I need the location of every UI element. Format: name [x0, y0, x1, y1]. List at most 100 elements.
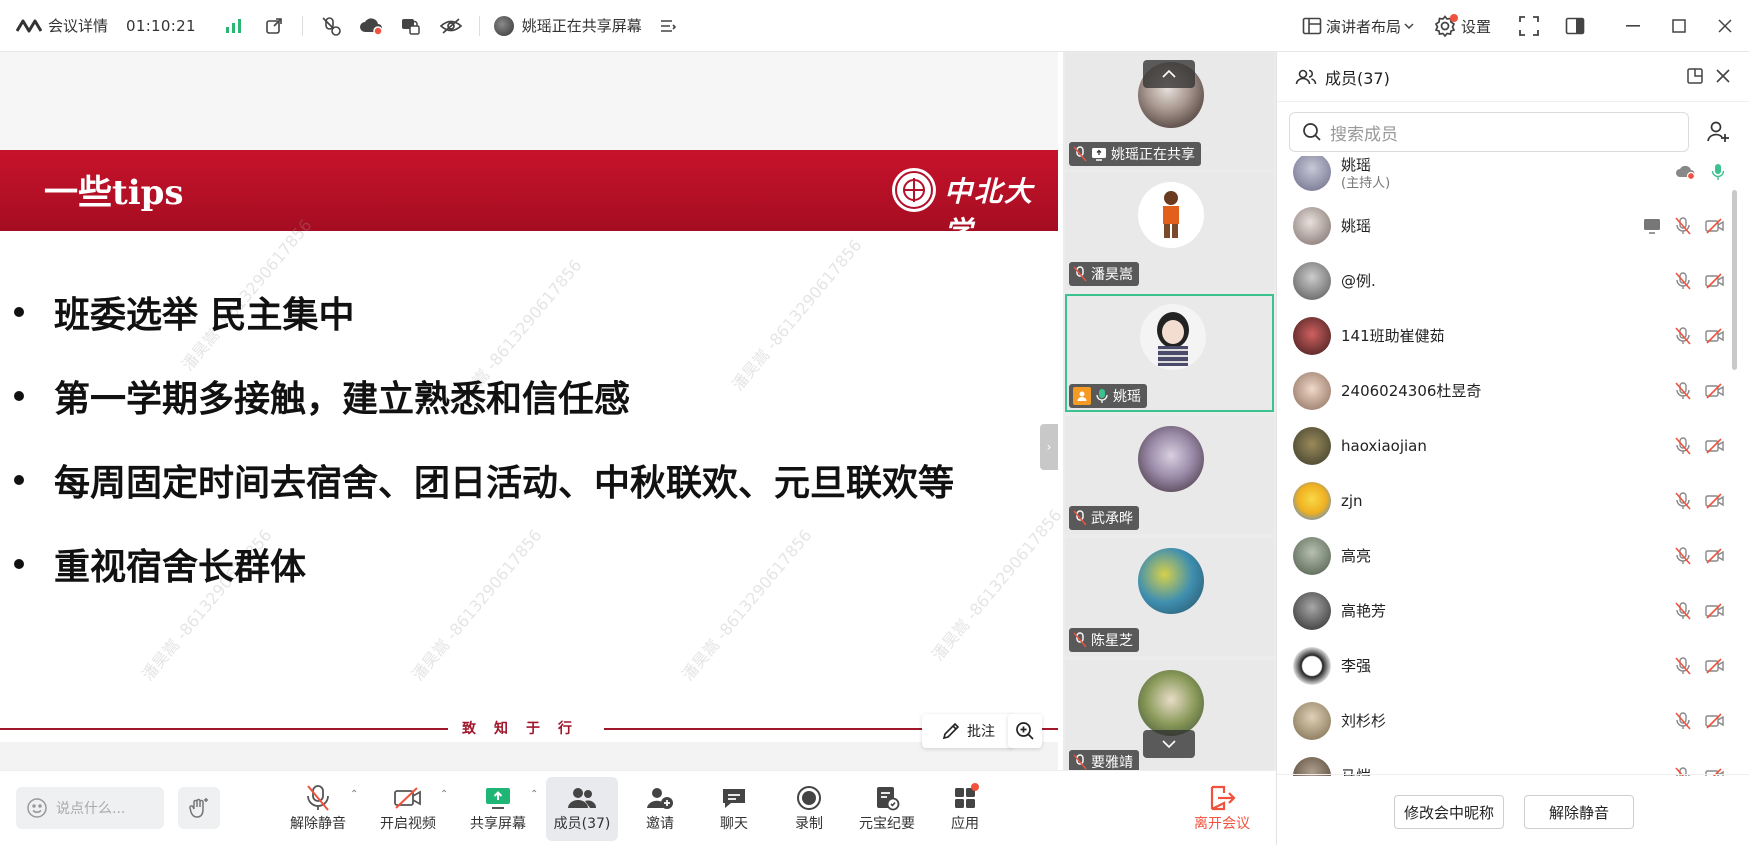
member-row[interactable]: 刘杉杉 [1277, 693, 1737, 748]
member-row[interactable]: 姚瑶 [1277, 198, 1737, 253]
share-screen-button[interactable]: 共享屏幕 [462, 777, 534, 841]
members-icon [568, 788, 597, 808]
video-tile[interactable]: 武承晔 [1065, 416, 1274, 534]
mic-muted-icon[interactable] [1675, 216, 1691, 235]
record-button[interactable]: 录制 [773, 777, 845, 841]
member-row[interactable]: 高亮 [1277, 528, 1737, 583]
mic-muted-icon[interactable] [1675, 326, 1691, 345]
video-off-icon[interactable] [1705, 547, 1725, 564]
members-button[interactable]: 成员(37) [546, 777, 618, 841]
layout-icon[interactable] [1300, 14, 1324, 38]
raise-hand-button[interactable] [178, 787, 220, 829]
cloud-record-icon[interactable] [359, 14, 383, 38]
video-off-icon[interactable] [1705, 492, 1725, 509]
panel-close-icon[interactable] [1715, 68, 1731, 88]
popout-icon[interactable] [1687, 68, 1703, 88]
video-tile[interactable]: 陈星芝 [1065, 538, 1274, 656]
notification-dot [1449, 14, 1458, 22]
chat-label: 聊天 [720, 816, 748, 832]
video-name-tag: 姚瑶正在共享 [1069, 142, 1201, 166]
video-tile-active[interactable]: 姚瑶 [1065, 294, 1274, 412]
video-options-caret[interactable]: ⌃ [440, 789, 448, 800]
unmute-button[interactable]: 解除静音 [282, 777, 354, 841]
lock-share-icon[interactable] [399, 14, 423, 38]
leave-icon [1210, 785, 1236, 811]
mic-muted-icon[interactable] [1675, 601, 1691, 620]
minimize-icon[interactable] [1621, 14, 1645, 38]
member-row[interactable]: 马恺 [1277, 748, 1737, 776]
bottom-toolbar: 说点什么... 解除静音 ⌃ 开启视频 ⌃ 共享屏幕 ⌃ 成员(37) 邀请 聊… [0, 770, 1276, 845]
mic-active-icon[interactable] [1711, 163, 1725, 181]
video-name-tag: 姚瑶 [1069, 384, 1147, 408]
mic-muted-icon[interactable] [1675, 711, 1691, 730]
search-member-input[interactable]: 搜索成员 [1289, 112, 1689, 152]
layout-dropdown[interactable]: 演讲者布局 [1326, 16, 1401, 37]
member-name: zjn [1341, 491, 1363, 510]
member-row[interactable]: 高艳芳 [1277, 583, 1737, 638]
collapse-strip-tab[interactable]: › [1040, 424, 1058, 470]
video-name-tag: 潘昊嵩 [1069, 262, 1139, 286]
video-off-icon[interactable] [1705, 602, 1725, 619]
video-off-icon[interactable] [1705, 437, 1725, 454]
scroll-up-button[interactable] [1143, 60, 1195, 88]
settings-button[interactable]: 设置 [1461, 16, 1491, 37]
mic-muted-icon[interactable] [1675, 656, 1691, 675]
video-off-icon[interactable] [1705, 217, 1725, 234]
mic-muted-icon[interactable] [1675, 436, 1691, 455]
invite-member-button[interactable] [1697, 112, 1739, 152]
video-off-icon[interactable] [1705, 382, 1725, 399]
video-off-icon[interactable] [1705, 657, 1725, 674]
member-panel-title: 成员(37) [1325, 68, 1390, 88]
member-row[interactable]: @例. [1277, 253, 1737, 308]
member-row[interactable]: 姚瑶 (主持人) [1277, 156, 1737, 199]
video-off-icon[interactable] [1705, 272, 1725, 289]
member-list-scrollbar[interactable] [1732, 190, 1737, 370]
chevron-down-icon[interactable] [1403, 14, 1415, 38]
quick-chat-input[interactable]: 说点什么... [16, 787, 164, 829]
summary-icon [877, 787, 900, 811]
annotate-button[interactable]: 批注 [922, 714, 1014, 748]
ai-summary-button[interactable]: 元宝纪要 [851, 777, 923, 841]
mic-muted-icon[interactable] [1675, 381, 1691, 400]
slide-bullet: 每周固定时间去宿舍、团日活动、中秋联欢、元旦联欢等 [14, 438, 954, 522]
member-name: 高艳芳 [1341, 602, 1387, 620]
mic-muted-icon [1073, 266, 1087, 282]
video-off-icon[interactable] [1705, 712, 1725, 729]
share-options-caret[interactable]: ⌃ [530, 789, 538, 800]
video-tile[interactable]: 潘昊嵩 [1065, 172, 1274, 290]
sidebar-toggle-icon[interactable] [1563, 14, 1587, 38]
close-icon[interactable] [1713, 14, 1737, 38]
start-video-button[interactable]: 开启视频 [372, 777, 444, 841]
scroll-down-button[interactable] [1143, 730, 1195, 758]
fullscreen-icon[interactable] [1517, 14, 1541, 38]
hide-eye-icon[interactable] [439, 14, 463, 38]
video-off-icon[interactable] [1705, 327, 1725, 344]
member-row[interactable]: 2406024306杜昱奇 [1277, 363, 1737, 418]
members-label: 成员(37) [553, 816, 611, 832]
zoom-in-button[interactable] [1008, 714, 1042, 748]
member-panel-header: 成员(37) [1277, 52, 1749, 102]
share-list-icon[interactable] [656, 14, 680, 38]
mute-all-icon[interactable] [319, 14, 343, 38]
invite-button[interactable]: 邀请 [624, 777, 696, 841]
leave-meeting-button[interactable]: 离开会议 [1186, 777, 1258, 841]
audio-options-caret[interactable]: ⌃ [350, 789, 358, 800]
member-row[interactable]: haoxiaojian [1277, 418, 1737, 473]
unmute-all-button[interactable]: 解除静音 [1524, 795, 1634, 829]
chat-button[interactable]: 聊天 [698, 777, 770, 841]
member-row[interactable]: 141班助崔健茹 [1277, 308, 1737, 363]
avatar [1293, 156, 1331, 191]
mic-muted-icon[interactable] [1675, 491, 1691, 510]
member-row[interactable]: 李强 [1277, 638, 1737, 693]
apps-button[interactable]: 应用 [929, 777, 1001, 841]
mic-muted-icon[interactable] [1675, 271, 1691, 290]
maximize-icon[interactable] [1667, 14, 1691, 38]
rename-button[interactable]: 修改会中昵称 [1394, 795, 1504, 829]
gear-icon[interactable] [1433, 14, 1458, 38]
meeting-details-link[interactable]: 会议详情 [48, 15, 108, 36]
external-link-icon[interactable] [262, 14, 286, 38]
mic-muted-icon [1073, 146, 1087, 162]
member-row[interactable]: zjn [1277, 473, 1737, 528]
signal-icon[interactable] [222, 14, 246, 38]
mic-muted-icon[interactable] [1675, 546, 1691, 565]
